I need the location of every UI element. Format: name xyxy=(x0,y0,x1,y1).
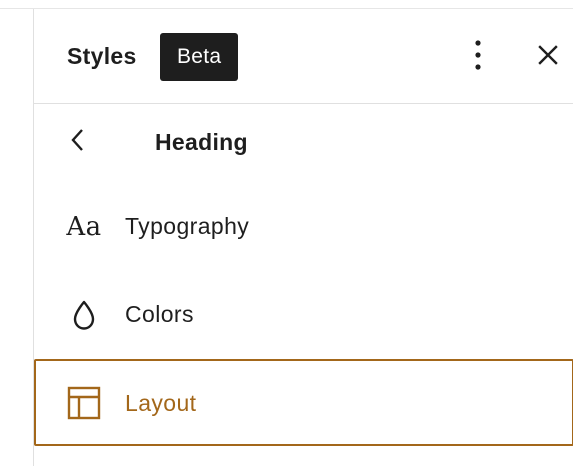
menu-item-layout[interactable]: Layout xyxy=(34,359,573,446)
navigation-header: Heading xyxy=(34,104,573,182)
close-icon xyxy=(538,44,558,70)
beta-badge: Beta xyxy=(160,33,239,81)
droplet-icon xyxy=(64,295,104,335)
menu-item-label: Layout xyxy=(125,390,197,416)
close-button[interactable] xyxy=(528,35,568,79)
menu-item-typography[interactable]: Aa Typography xyxy=(34,183,573,269)
menu-item-label: Colors xyxy=(125,301,194,327)
chevron-left-icon xyxy=(70,128,84,157)
typography-icon: Aa xyxy=(66,212,102,242)
sidebar-title: Styles xyxy=(67,43,137,69)
top-divider xyxy=(0,0,573,9)
sidebar-header: Styles Beta xyxy=(34,9,573,104)
editor-content-edge xyxy=(0,9,33,466)
more-options-button[interactable] xyxy=(458,35,498,79)
styles-sidebar: Styles Beta Heading Aa Typography Colors… xyxy=(33,9,573,466)
more-vertical-icon xyxy=(474,39,482,76)
menu-item-label: Typography xyxy=(125,213,250,239)
editor-canvas: Styles Beta Heading Aa Typography Colors… xyxy=(0,0,573,466)
back-button[interactable] xyxy=(60,122,94,162)
menu-item-colors[interactable]: Colors xyxy=(34,271,573,357)
section-title: Heading xyxy=(155,129,248,155)
layout-icon xyxy=(64,383,104,423)
